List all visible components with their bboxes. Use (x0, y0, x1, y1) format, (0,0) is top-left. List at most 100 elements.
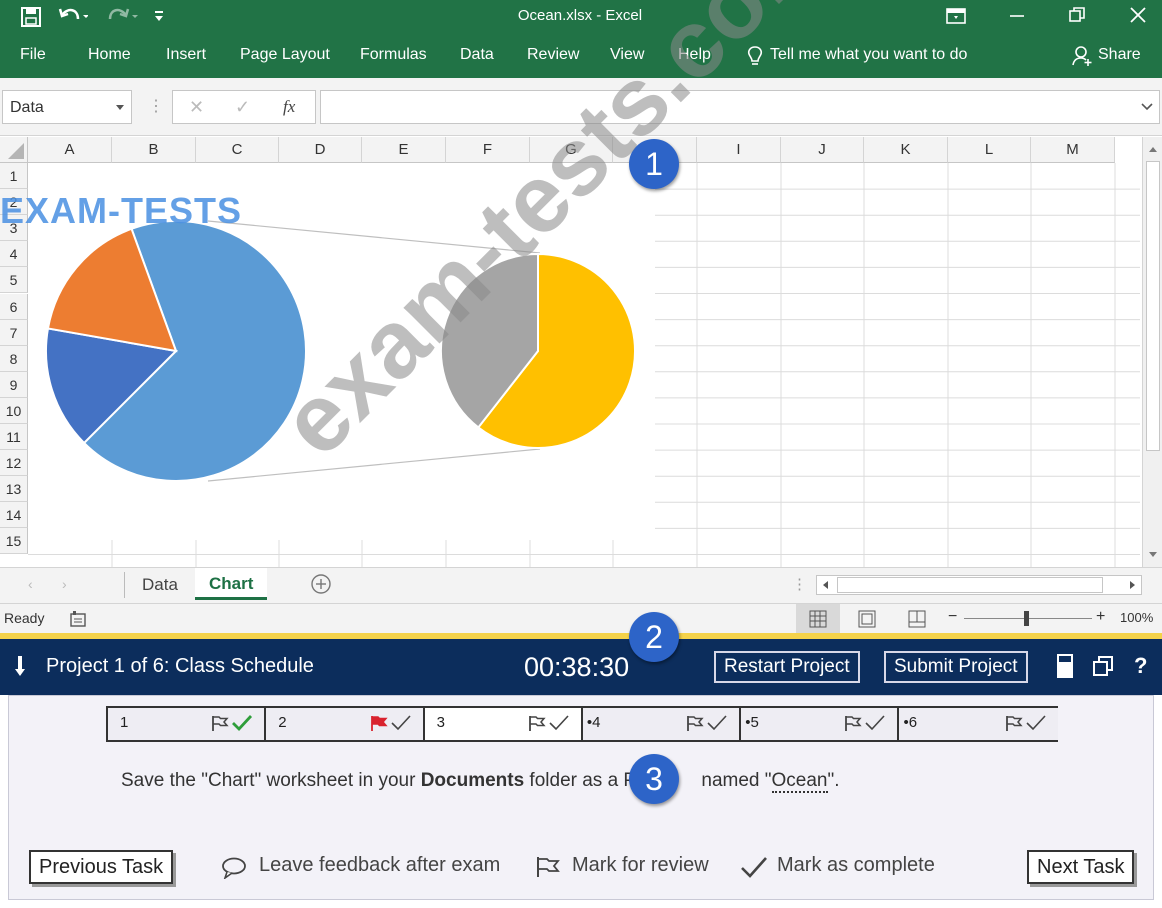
new-sheet-icon[interactable] (310, 573, 332, 595)
row-header[interactable]: 1 (0, 163, 28, 190)
name-box-value: Data (10, 99, 44, 116)
close-icon[interactable] (1128, 5, 1148, 25)
previous-task-button[interactable]: Previous Task (29, 850, 174, 884)
row-header[interactable]: 11 (0, 424, 28, 451)
column-header[interactable]: C (196, 137, 279, 163)
row-header[interactable]: 15 (0, 528, 28, 555)
window-restore-icon[interactable] (1092, 655, 1114, 677)
row-header[interactable]: 8 (0, 345, 28, 372)
page-layout-view-icon[interactable] (858, 610, 876, 628)
row-header[interactable]: 7 (0, 319, 28, 346)
speech-bubble-icon (221, 857, 247, 879)
column-header[interactable]: A (28, 137, 112, 163)
task-tab[interactable]: 1 (108, 708, 267, 740)
horizontal-scroll-thumb[interactable] (837, 577, 1103, 593)
task-tab[interactable]: 2 (266, 708, 425, 740)
task-status-icons (685, 714, 729, 732)
undo-icon[interactable] (58, 5, 88, 29)
row-header[interactable]: 10 (0, 397, 28, 424)
zoom-out-icon[interactable]: − (948, 608, 957, 626)
task-tab[interactable]: •6 (899, 708, 1058, 740)
calculator-icon[interactable] (1056, 653, 1074, 679)
flag-check-icon (687, 715, 727, 731)
sheet-tab-chart[interactable]: Chart (195, 568, 267, 600)
accessibility-icon[interactable] (68, 609, 88, 629)
zoom-slider-thumb[interactable] (1024, 611, 1029, 626)
tab-split-grip-icon[interactable]: ⋮ (792, 575, 807, 593)
status-bar: Ready − + 100% (0, 603, 1162, 633)
minimize-icon[interactable] (1008, 9, 1026, 23)
column-header[interactable]: D (279, 137, 362, 163)
tab-formulas[interactable]: Formulas (360, 46, 427, 64)
task-status-icons (369, 714, 413, 732)
chevron-down-icon[interactable] (115, 104, 125, 112)
instruction-filename[interactable]: Ocean (771, 770, 828, 793)
restart-project-button[interactable]: Restart Project (714, 651, 860, 683)
connector-line-bottom (207, 448, 541, 482)
flag-check-icon (212, 715, 253, 732)
previous-sheet-icon[interactable]: ‹ (28, 576, 33, 592)
row-header[interactable]: 13 (0, 476, 28, 503)
row-header[interactable]: 14 (0, 502, 28, 529)
expand-formula-icon[interactable] (1141, 103, 1153, 111)
tab-review[interactable]: Review (527, 46, 579, 64)
row-header[interactable]: 6 (0, 293, 28, 320)
formula-input[interactable] (320, 90, 1160, 124)
task-tab[interactable]: 3 (424, 708, 583, 740)
mark-for-review-button[interactable]: Mark for review (572, 854, 709, 877)
share-button[interactable]: Share (1098, 46, 1141, 64)
scroll-up-icon[interactable] (1148, 145, 1158, 153)
page-break-view-icon[interactable] (908, 610, 926, 628)
ribbon-display-icon[interactable] (946, 7, 966, 25)
row-header[interactable]: 5 (0, 267, 28, 294)
row-header[interactable]: 9 (0, 371, 28, 398)
task-status-icons (527, 714, 571, 732)
name-box[interactable]: Data (2, 90, 132, 124)
column-header[interactable]: K (864, 137, 948, 163)
vertical-scrollbar[interactable] (1142, 137, 1162, 567)
tab-insert[interactable]: Insert (166, 46, 206, 64)
column-header[interactable]: B (112, 137, 196, 163)
column-header[interactable]: J (781, 137, 864, 163)
pin-icon[interactable] (14, 655, 26, 677)
scroll-left-icon[interactable] (821, 580, 829, 590)
scroll-right-icon[interactable] (1129, 580, 1137, 590)
tab-file[interactable]: File (20, 46, 46, 64)
help-button[interactable]: ? (1134, 653, 1147, 679)
zoom-in-icon[interactable]: + (1096, 608, 1105, 626)
restore-icon[interactable] (1068, 6, 1086, 24)
row-header[interactable]: 4 (0, 241, 28, 268)
row-header[interactable]: 12 (0, 450, 28, 477)
cancel-entry-icon[interactable]: ✕ (189, 97, 204, 118)
sheet-tab-data[interactable]: Data (142, 575, 178, 595)
zoom-level[interactable]: 100% (1120, 610, 1153, 625)
normal-view-button[interactable] (796, 604, 840, 633)
column-header[interactable]: L (948, 137, 1031, 163)
horizontal-scrollbar[interactable] (816, 575, 1142, 595)
redo-icon[interactable] (104, 5, 140, 29)
column-header[interactable]: M (1031, 137, 1115, 163)
scroll-down-icon[interactable] (1148, 551, 1158, 559)
insert-function-button[interactable]: fx (283, 97, 295, 117)
select-all-corner[interactable] (0, 137, 28, 163)
instruction-text-end: ". (827, 770, 840, 791)
share-icon (1072, 45, 1092, 67)
next-task-button[interactable]: Next Task (1027, 850, 1135, 884)
task-instruction: Save the "Chart" worksheet in your Docum… (121, 770, 840, 793)
column-header[interactable]: E (362, 137, 446, 163)
submit-project-button[interactable]: Submit Project (884, 651, 1028, 683)
customize-toolbar-icon[interactable] (152, 8, 166, 24)
leave-feedback-button[interactable]: Leave feedback after exam (259, 854, 500, 877)
next-sheet-icon[interactable]: › (62, 576, 67, 592)
tab-data[interactable]: Data (460, 46, 494, 64)
save-icon[interactable] (20, 6, 42, 28)
column-header[interactable]: I (697, 137, 781, 163)
tab-page-layout[interactable]: Page Layout (240, 46, 330, 64)
vertical-scroll-thumb[interactable] (1146, 161, 1160, 451)
tab-home[interactable]: Home (88, 46, 131, 64)
confirm-entry-icon[interactable]: ✓ (235, 97, 250, 118)
mark-as-complete-button[interactable]: Mark as complete (777, 854, 935, 877)
task-tab[interactable]: •4 (582, 708, 742, 740)
task-tab[interactable]: •5 (741, 708, 900, 740)
tell-me-search[interactable]: Tell me what you want to do (770, 46, 967, 64)
